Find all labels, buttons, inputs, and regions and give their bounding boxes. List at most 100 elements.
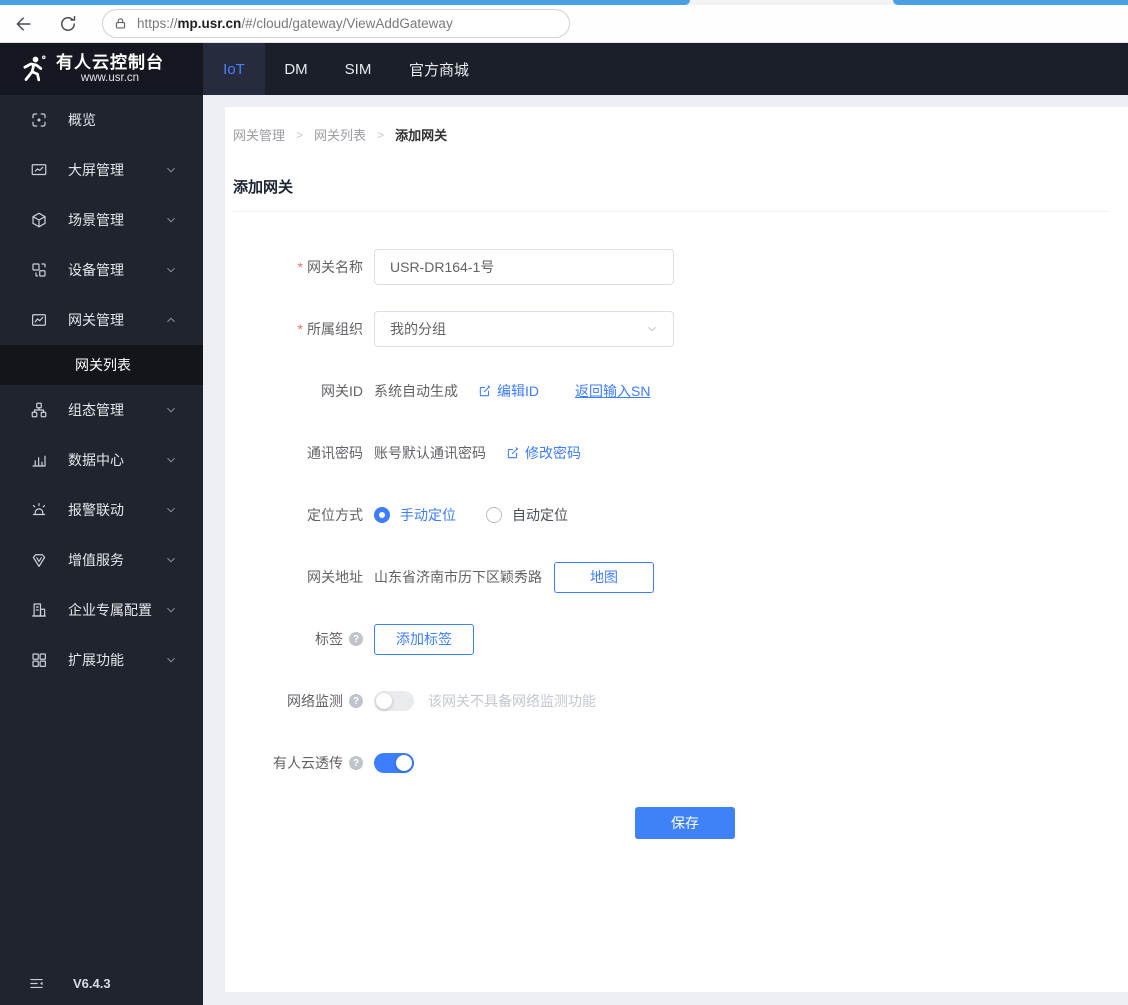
sidebar-item-label: 设备管理 bbox=[68, 262, 124, 278]
browser-toolbar: https://mp.usr.cn/#/cloud/gateway/ViewAd… bbox=[0, 5, 1128, 43]
page-title: 添加网关 bbox=[233, 179, 294, 196]
collapse-menu-icon[interactable] bbox=[28, 975, 45, 992]
breadcrumb-separator: > bbox=[377, 127, 385, 142]
sidebar: 有人云控制台 www.usr.cn 概览大屏管理场景管理设备管理网关管理网关列表… bbox=[0, 43, 203, 1005]
gateway-name-label: * 网关名称 bbox=[297, 259, 363, 275]
gateway-id-row: 网关ID 系统自动生成 编辑ID 返回输入SN bbox=[233, 373, 1108, 409]
breadcrumb-item-网关列表[interactable]: 网关列表 bbox=[314, 125, 366, 144]
sidebar-item-设备管理[interactable]: 设备管理 bbox=[0, 245, 203, 295]
location-mode-row: 定位方式 手动定位 自动定位 bbox=[233, 497, 1108, 533]
chevron-down-icon bbox=[165, 164, 177, 176]
chevron-down-icon bbox=[165, 504, 177, 516]
breadcrumb-item-网关管理[interactable]: 网关管理 bbox=[233, 125, 285, 144]
cloud-passthrough-toggle[interactable] bbox=[374, 753, 414, 773]
radio-label[interactable]: 自动定位 bbox=[512, 505, 568, 525]
back-to-sn-link[interactable]: 返回输入SN bbox=[575, 381, 650, 401]
location-option-自动定位[interactable]: 自动定位 bbox=[486, 505, 568, 525]
location-mode-label: 定位方式 bbox=[307, 507, 363, 523]
sidebar-item-label: 数据中心 bbox=[68, 452, 124, 468]
organization-select[interactable]: 我的分组 bbox=[374, 311, 674, 347]
enterprise-icon bbox=[30, 601, 48, 619]
browser-strip-left bbox=[0, 0, 690, 5]
nav-tab-SIM[interactable]: SIM bbox=[327, 43, 389, 95]
sidebar-item-增值服务[interactable]: 增值服务 bbox=[0, 535, 203, 585]
sidebar-item-数据中心[interactable]: 数据中心 bbox=[0, 435, 203, 485]
help-icon[interactable]: ? bbox=[349, 694, 363, 708]
chevron-up-icon bbox=[165, 314, 177, 326]
change-password-link[interactable]: 修改密码 bbox=[506, 443, 581, 463]
toggle-knob bbox=[376, 693, 392, 709]
sidebar-item-企业专属配置[interactable]: 企业专属配置 bbox=[0, 585, 203, 635]
sidebar-item-扩展功能[interactable]: 扩展功能 bbox=[0, 635, 203, 685]
edit-icon bbox=[478, 384, 492, 398]
sidebar-item-场景管理[interactable]: 场景管理 bbox=[0, 195, 203, 245]
map-button[interactable]: 地图 bbox=[554, 561, 654, 593]
sidebar-item-报警联动[interactable]: 报警联动 bbox=[0, 485, 203, 535]
location-option-手动定位[interactable]: 手动定位 bbox=[374, 505, 456, 525]
breadcrumb: 网关管理 > 网关列表 > 添加网关 bbox=[233, 125, 1108, 144]
radio-selected[interactable] bbox=[374, 507, 390, 523]
main-area: 网关管理 > 网关列表 > 添加网关 添加网关 *网关名称 *所属组织 bbox=[203, 95, 1128, 1005]
chevron-down-icon bbox=[165, 604, 177, 616]
gateway-name-input[interactable] bbox=[374, 249, 674, 285]
content-card: 网关管理 > 网关列表 > 添加网关 添加网关 *网关名称 *所属组织 bbox=[225, 107, 1128, 992]
help-icon[interactable]: ? bbox=[349, 756, 363, 770]
brand-title: 有人云控制台 bbox=[56, 53, 164, 72]
edit-id-link[interactable]: 编辑ID bbox=[478, 381, 539, 401]
brand: 有人云控制台 www.usr.cn bbox=[56, 53, 164, 85]
chevron-down-icon bbox=[165, 454, 177, 466]
sidebar-item-label: 增值服务 bbox=[68, 552, 124, 568]
browser-window: https://mp.usr.cn/#/cloud/gateway/ViewAd… bbox=[0, 0, 1128, 1005]
refresh-icon[interactable] bbox=[58, 14, 78, 34]
add-tag-button[interactable]: 添加标签 bbox=[374, 623, 474, 655]
gateway-address-label: 网关地址 bbox=[307, 569, 363, 585]
nav-tab-官方商城[interactable]: 官方商城 bbox=[389, 43, 489, 95]
cloud-passthrough-label: 有人云透传? bbox=[233, 753, 363, 773]
gateway-address-row: 网关地址 山东省济南市历下区颖秀路 地图 bbox=[233, 559, 1108, 595]
sidebar-item-概览[interactable]: 概览 bbox=[0, 95, 203, 145]
address-bar[interactable]: https://mp.usr.cn/#/cloud/gateway/ViewAd… bbox=[102, 9, 570, 38]
logo-block: 有人云控制台 www.usr.cn bbox=[0, 43, 203, 95]
save-button[interactable]: 保存 bbox=[635, 807, 735, 839]
sidebar-item-label: 组态管理 bbox=[68, 402, 124, 418]
organization-selected-value: 我的分组 bbox=[390, 321, 446, 337]
gateway-icon bbox=[30, 311, 48, 329]
organization-row: * 所属组织 我的分组 bbox=[233, 311, 1108, 347]
back-arrow-icon[interactable] bbox=[14, 14, 34, 34]
nav-tab-DM[interactable]: DM bbox=[265, 43, 327, 95]
browser-top-strip bbox=[0, 0, 1128, 5]
sidebar-item-label: 概览 bbox=[68, 112, 96, 128]
gateway-address-value: 山东省济南市历下区颖秀路 bbox=[374, 569, 542, 585]
network-monitor-label: 网络监测? bbox=[233, 691, 363, 711]
tags-label: 标签? bbox=[233, 629, 363, 649]
required-mark: * bbox=[297, 259, 303, 275]
sidebar-item-组态管理[interactable]: 组态管理 bbox=[0, 385, 203, 435]
device-icon bbox=[30, 261, 48, 279]
sidebar-item-大屏管理[interactable]: 大屏管理 bbox=[0, 145, 203, 195]
chevron-down-icon bbox=[646, 323, 658, 335]
sidebar-item-网关管理[interactable]: 网关管理 bbox=[0, 295, 203, 345]
comm-password-label: 通讯密码 bbox=[307, 445, 363, 461]
chevron-down-icon bbox=[165, 554, 177, 566]
sidebar-item-label: 网关管理 bbox=[68, 312, 124, 328]
breadcrumb-item-添加网关: 添加网关 bbox=[395, 128, 448, 143]
sidebar-item-label: 大屏管理 bbox=[68, 162, 124, 178]
help-icon[interactable]: ? bbox=[349, 632, 363, 646]
sidebar-menu: 概览大屏管理场景管理设备管理网关管理网关列表组态管理数据中心报警联动增值服务企业… bbox=[0, 95, 203, 685]
chevron-down-icon bbox=[165, 654, 177, 666]
gateway-name-row: * 网关名称 bbox=[233, 249, 1108, 285]
browser-strip-right bbox=[893, 0, 1128, 5]
nav-tab-IoT[interactable]: IoT bbox=[203, 43, 265, 95]
comm-password-value: 账号默认通讯密码 bbox=[374, 445, 486, 461]
data-center-icon bbox=[30, 451, 48, 469]
radio-unselected[interactable] bbox=[486, 507, 502, 523]
alarm-icon bbox=[30, 501, 48, 519]
sidebar-subitem-网关列表[interactable]: 网关列表 bbox=[0, 345, 203, 385]
edit-icon bbox=[506, 446, 520, 460]
chevron-down-icon bbox=[165, 264, 177, 276]
radio-label[interactable]: 手动定位 bbox=[400, 505, 456, 525]
add-gateway-form: *网关名称 *所属组织 我的分组 bbox=[233, 249, 1108, 839]
network-monitor-toggle[interactable] bbox=[374, 691, 414, 711]
save-row: 保存 bbox=[635, 807, 1108, 839]
scada-icon bbox=[30, 401, 48, 419]
